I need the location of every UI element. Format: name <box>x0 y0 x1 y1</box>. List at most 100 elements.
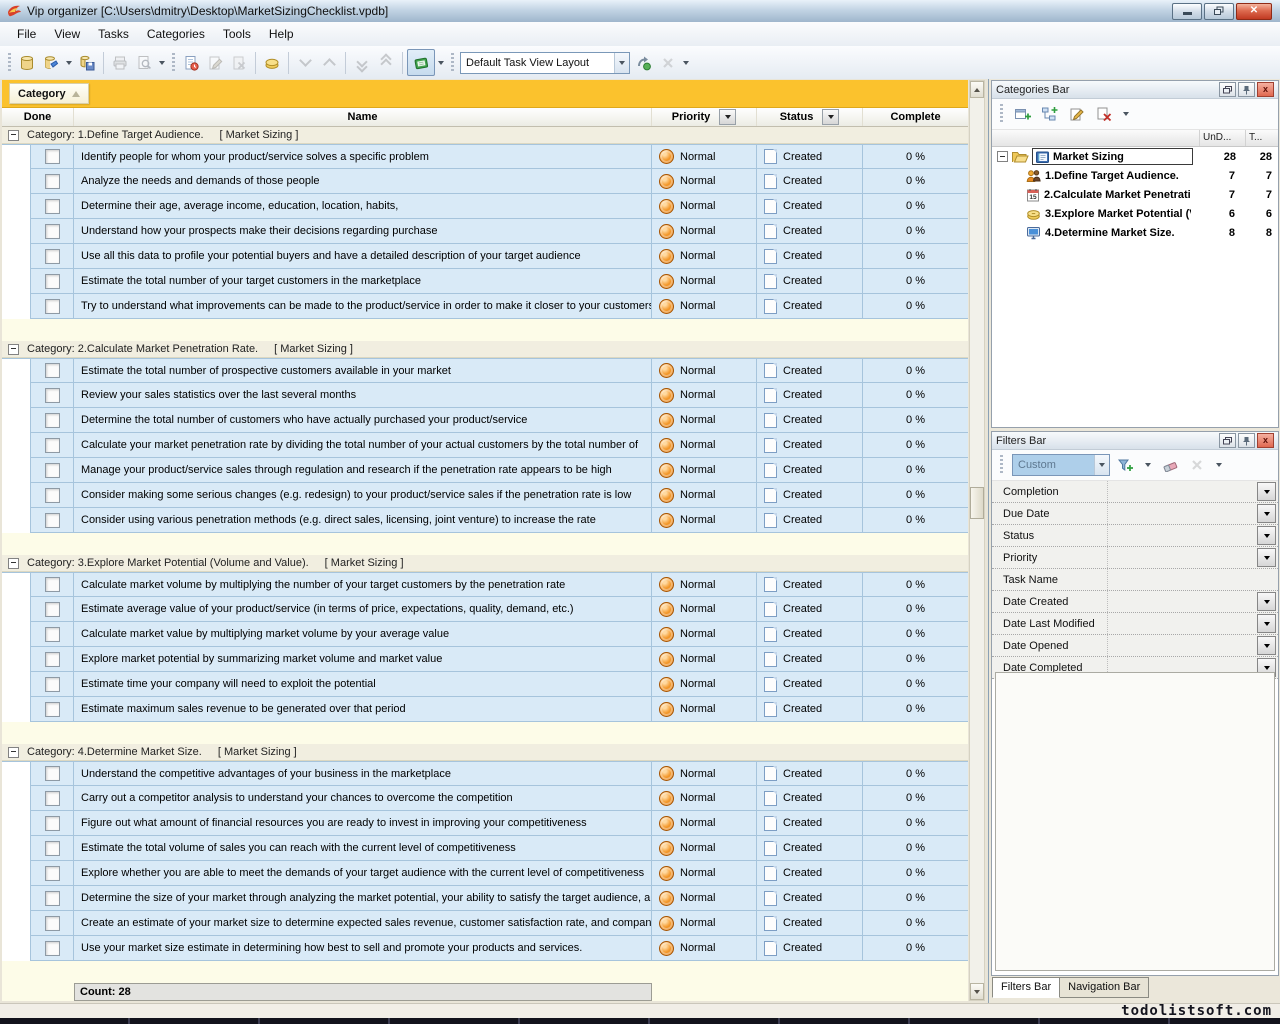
done-checkbox[interactable] <box>45 677 60 692</box>
task-row[interactable]: Use your market size estimate in determi… <box>2 936 968 961</box>
name-cell[interactable]: Estimate time your company will need to … <box>74 672 652 697</box>
task-row[interactable]: Use all this data to profile your potent… <box>2 244 968 269</box>
name-cell[interactable]: Estimate maximum sales revenue to be gen… <box>74 697 652 722</box>
priority-cell[interactable]: Normal <box>652 433 757 458</box>
task-row[interactable]: Calculate your market penetration rate b… <box>2 433 968 458</box>
move-up-button[interactable] <box>317 51 341 75</box>
done-checkbox[interactable] <box>45 274 60 289</box>
complete-cell[interactable]: 0 % <box>863 936 968 961</box>
dock-tab[interactable]: Navigation Bar <box>1059 977 1149 998</box>
status-cell[interactable]: Created <box>757 811 863 836</box>
task-row[interactable]: Create an estimate of your market size t… <box>2 911 968 936</box>
priority-cell[interactable]: Normal <box>652 697 757 722</box>
filter-value[interactable] <box>1107 635 1255 656</box>
new-task-button[interactable] <box>179 51 203 75</box>
status-cell[interactable]: Created <box>757 244 863 269</box>
menu-item[interactable]: Help <box>260 24 303 44</box>
move-bottom-button[interactable] <box>350 51 374 75</box>
category-group-header[interactable]: Category: 2.Calculate Market Penetration… <box>2 341 968 358</box>
done-checkbox[interactable] <box>45 577 60 592</box>
done-checkbox[interactable] <box>45 224 60 239</box>
collapse-icon[interactable] <box>8 558 19 569</box>
priority-cell[interactable]: Normal <box>652 861 757 886</box>
status-cell[interactable]: Created <box>757 861 863 886</box>
done-checkbox[interactable] <box>45 463 60 478</box>
done-checkbox[interactable] <box>45 891 60 906</box>
done-checkbox[interactable] <box>45 766 60 781</box>
new-category-button[interactable] <box>1012 103 1034 125</box>
status-cell[interactable]: Created <box>757 886 863 911</box>
priority-cell[interactable]: Normal <box>652 269 757 294</box>
name-cell[interactable]: Explore market potential by summarizing … <box>74 647 652 672</box>
task-row[interactable]: Determine their age, average income, edu… <box>2 194 968 219</box>
priority-cell[interactable]: Normal <box>652 886 757 911</box>
name-cell[interactable]: Consider using various penetration metho… <box>74 508 652 533</box>
menu-item[interactable]: File <box>8 24 45 44</box>
status-cell[interactable]: Created <box>757 836 863 861</box>
toolbar-grip[interactable] <box>1000 104 1003 124</box>
priority-cell[interactable]: Normal <box>652 572 757 597</box>
categories-toolbar-overflow-icon[interactable] <box>1123 112 1129 116</box>
scroll-up-button[interactable] <box>970 81 984 98</box>
status-cell[interactable]: Created <box>757 433 863 458</box>
done-checkbox[interactable] <box>45 816 60 831</box>
status-cell[interactable]: Created <box>757 597 863 622</box>
restore-button[interactable] <box>1204 3 1234 20</box>
name-cell[interactable]: Estimate the total number of prospective… <box>74 358 652 383</box>
open-database-dropdown-icon[interactable] <box>66 61 72 65</box>
apply-filter-dropdown-icon[interactable] <box>1145 463 1151 467</box>
panel-close-button[interactable]: x <box>1257 82 1274 97</box>
task-row[interactable]: Calculate market value by multiplying ma… <box>2 622 968 647</box>
name-cell[interactable]: Estimate the total number of your target… <box>74 269 652 294</box>
status-cell[interactable]: Created <box>757 761 863 786</box>
vertical-scrollbar[interactable] <box>969 80 985 1001</box>
done-checkbox[interactable] <box>45 652 60 667</box>
filter-row[interactable]: Due Date <box>992 503 1278 525</box>
priority-cell[interactable]: Normal <box>652 408 757 433</box>
layout-combo-arrow[interactable] <box>614 53 629 73</box>
name-cell[interactable]: Consider making some serious changes (e.… <box>74 483 652 508</box>
complete-cell[interactable]: 0 % <box>863 697 968 722</box>
name-cell[interactable]: Review your sales statistics over the la… <box>74 383 652 408</box>
priority-cell[interactable]: Normal <box>652 761 757 786</box>
name-cell[interactable]: Use all this data to profile your potent… <box>74 244 652 269</box>
name-cell[interactable]: Create an estimate of your market size t… <box>74 911 652 936</box>
done-checkbox[interactable] <box>45 174 60 189</box>
priority-cell[interactable]: Normal <box>652 597 757 622</box>
complete-cell[interactable]: 0 % <box>863 911 968 936</box>
name-cell[interactable]: Use your market size estimate in determi… <box>74 936 652 961</box>
done-checkbox[interactable] <box>45 513 60 528</box>
priority-cell[interactable]: Normal <box>652 458 757 483</box>
complete-cell[interactable]: 0 % <box>863 836 968 861</box>
layout-combo[interactable]: Default Task View Layout <box>460 52 630 74</box>
panel-restore-button[interactable] <box>1219 433 1236 448</box>
new-subcategory-button[interactable] <box>1039 103 1061 125</box>
collapse-icon[interactable] <box>8 130 19 141</box>
done-checkbox[interactable] <box>45 941 60 956</box>
priority-cell[interactable]: Normal <box>652 169 757 194</box>
done-checkbox[interactable] <box>45 388 60 403</box>
complete-cell[interactable]: 0 % <box>863 383 968 408</box>
panel-pin-button[interactable] <box>1238 82 1255 97</box>
toolbar-grip[interactable] <box>8 53 11 73</box>
status-cell[interactable]: Created <box>757 672 863 697</box>
priority-cell[interactable]: Normal <box>652 911 757 936</box>
complete-cell[interactable]: 0 % <box>863 194 968 219</box>
priority-cell[interactable]: Normal <box>652 219 757 244</box>
tree-item[interactable]: 15 3.Explore Market Potential (Volume an… <box>992 204 1278 223</box>
column-header-priority[interactable]: Priority <box>652 108 757 126</box>
tree-item[interactable]: 15 2.Calculate Market Penetration Rate. … <box>992 185 1278 204</box>
tree-item[interactable]: 15 1.Define Target Audience. 7 7 <box>992 166 1278 185</box>
tree-item[interactable]: 15 4.Determine Market Size. 8 8 <box>992 223 1278 242</box>
print-preview-button[interactable] <box>132 51 156 75</box>
name-cell[interactable]: Manage your product/service sales throug… <box>74 458 652 483</box>
category-group-header[interactable]: Category: 1.Define Target Audience. [ Ma… <box>2 127 968 144</box>
scrollbar-track[interactable] <box>970 98 984 983</box>
filter-dropdown-button[interactable] <box>1257 592 1276 611</box>
scroll-down-button[interactable] <box>970 983 984 1000</box>
filter-dropdown-button[interactable] <box>1257 482 1276 501</box>
toolbar-overflow-icon[interactable] <box>683 61 689 65</box>
dock-tab[interactable]: Filters Bar <box>992 977 1060 998</box>
clear-filter-button[interactable] <box>1159 454 1181 476</box>
name-cell[interactable]: Understand the competitive advantages of… <box>74 761 652 786</box>
